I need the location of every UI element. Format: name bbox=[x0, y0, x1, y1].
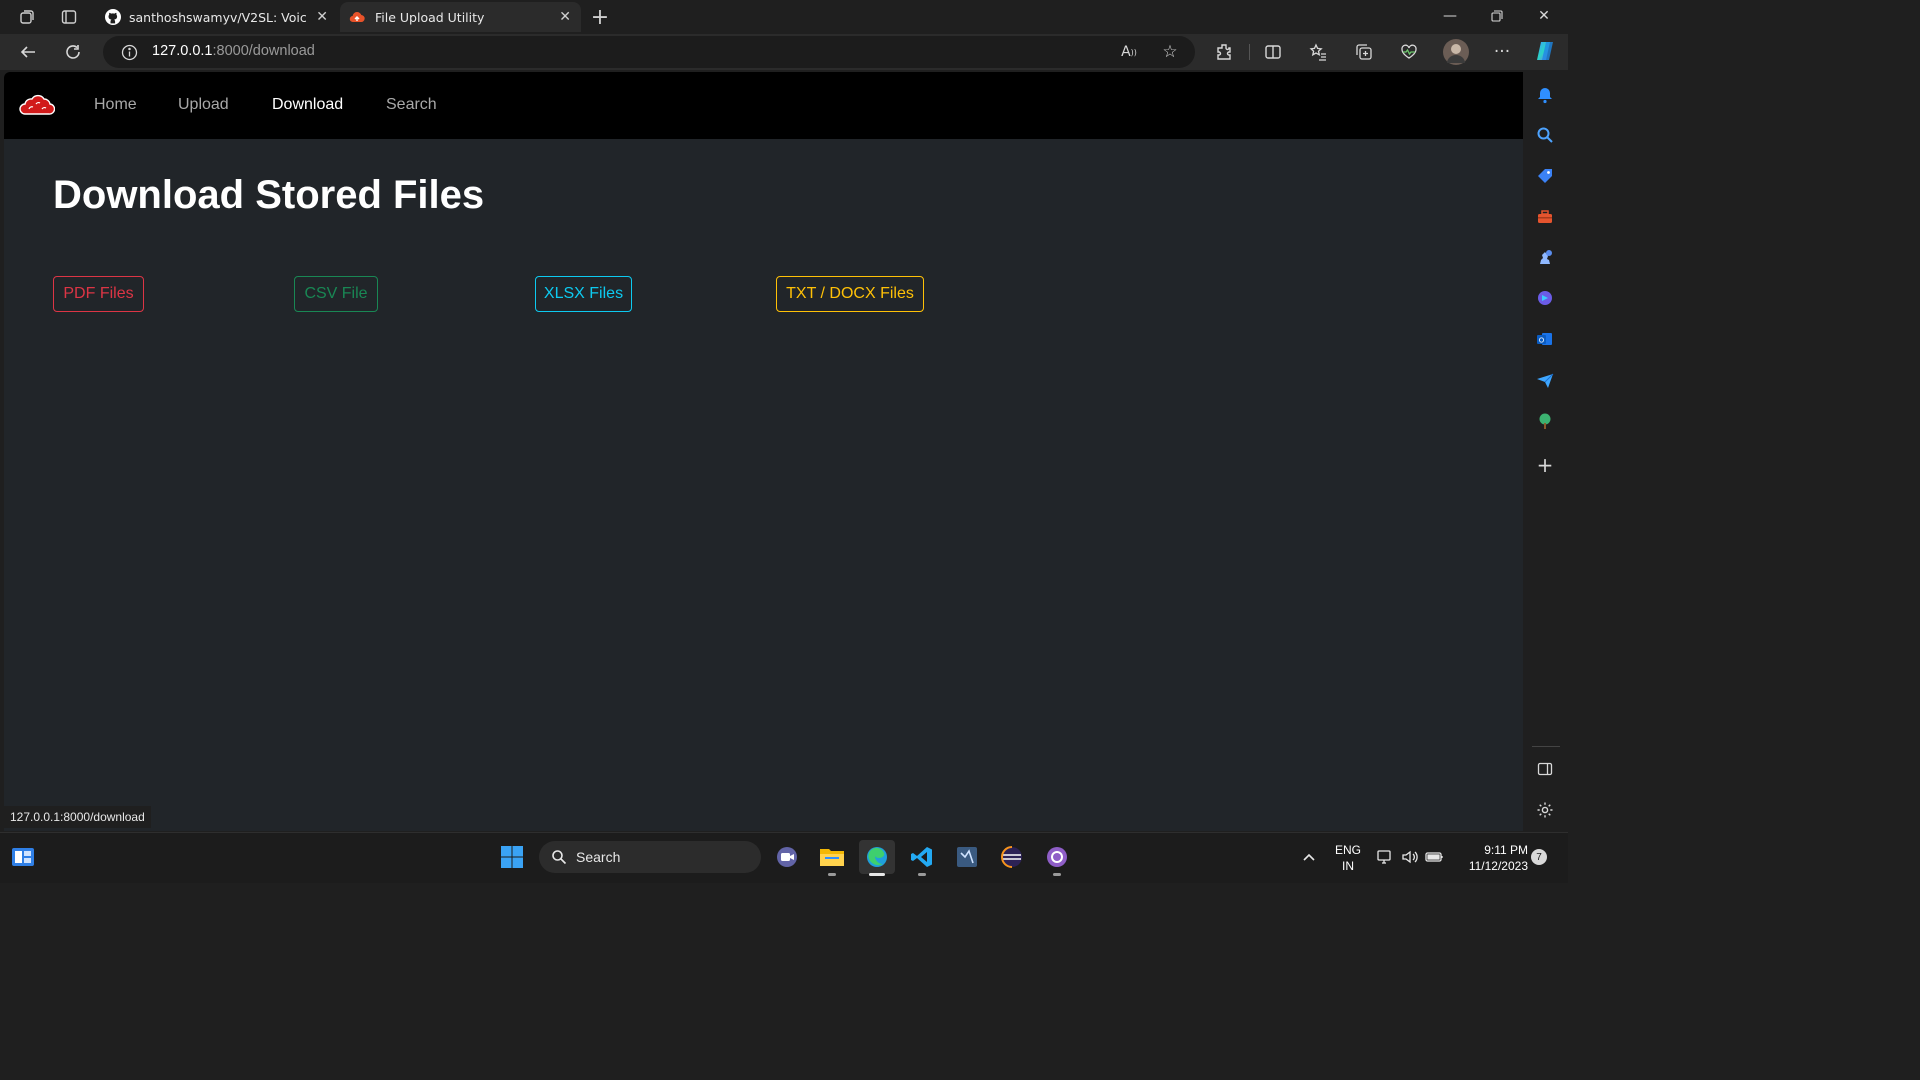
tab-title: santhoshswamyv/V2SL: Voice to bbox=[129, 9, 307, 25]
txt-docx-files-button[interactable]: TXT / DOCX Files bbox=[776, 276, 924, 312]
edge-browser-icon[interactable] bbox=[859, 840, 895, 874]
language-code: ENG bbox=[1334, 843, 1361, 857]
collections-icon[interactable] bbox=[1352, 40, 1376, 64]
clock[interactable]: 9:11 PM 11/12/2023 bbox=[1456, 842, 1528, 874]
svg-text:O: O bbox=[1539, 337, 1545, 345]
games-icon[interactable] bbox=[1534, 246, 1556, 268]
nav-upload[interactable]: Upload bbox=[178, 96, 229, 114]
site-info-icon[interactable] bbox=[117, 40, 141, 64]
active-indicator bbox=[869, 873, 885, 876]
tab-actions-icon[interactable] bbox=[57, 5, 81, 29]
network-icon[interactable] bbox=[1372, 842, 1398, 872]
file-explorer-icon[interactable] bbox=[817, 842, 847, 872]
address-text[interactable]: 127.0.0.1:8000/download bbox=[152, 43, 315, 59]
eclipse-icon[interactable] bbox=[997, 842, 1027, 872]
bell-icon[interactable] bbox=[1534, 84, 1556, 106]
shopping-tag-icon[interactable] bbox=[1534, 165, 1556, 187]
page-viewport: Home Upload Download Search Download Sto… bbox=[4, 72, 1523, 831]
browser-essentials-icon[interactable] bbox=[1397, 40, 1421, 64]
profile-avatar[interactable] bbox=[1443, 39, 1469, 65]
windows-start-icon[interactable] bbox=[497, 842, 527, 872]
search-icon[interactable] bbox=[1534, 124, 1556, 146]
new-tab-icon[interactable]: + bbox=[588, 5, 612, 30]
microsoft-365-icon[interactable] bbox=[1534, 287, 1556, 309]
settings-gear-icon[interactable] bbox=[1534, 799, 1556, 821]
tab-title: File Upload Utility bbox=[375, 9, 485, 25]
favorites-icon[interactable] bbox=[1306, 40, 1330, 64]
more-options-icon[interactable]: ··· bbox=[1490, 40, 1514, 64]
toolbar-divider bbox=[1249, 44, 1250, 60]
minimize-icon[interactable]: — bbox=[1427, 0, 1473, 32]
clock-date: 11/12/2023 bbox=[1468, 859, 1528, 873]
copilot-icon[interactable] bbox=[1533, 39, 1557, 63]
close-tab-icon[interactable]: ✕ bbox=[316, 9, 328, 25]
widgets-icon[interactable] bbox=[8, 842, 38, 872]
split-screen-icon[interactable] bbox=[1261, 40, 1285, 64]
refresh-icon[interactable] bbox=[61, 40, 85, 64]
akatsuki-cloud-logo[interactable] bbox=[19, 92, 56, 122]
close-window-icon[interactable]: ✕ bbox=[1521, 0, 1567, 32]
running-indicator bbox=[918, 873, 926, 876]
vscode-icon[interactable] bbox=[907, 842, 937, 872]
tab-file-upload[interactable]: File Upload Utility ✕ bbox=[340, 2, 581, 32]
teams-chat-icon[interactable] bbox=[772, 842, 802, 872]
outlook-icon[interactable]: O bbox=[1534, 328, 1556, 350]
sidebar-divider bbox=[1532, 746, 1560, 747]
running-indicator bbox=[1053, 873, 1061, 876]
sql-server-icon[interactable] bbox=[952, 842, 982, 872]
battery-icon[interactable] bbox=[1422, 842, 1448, 872]
language-indicator[interactable]: ENG IN bbox=[1330, 842, 1366, 874]
taskbar-search[interactable]: Search bbox=[539, 841, 761, 873]
running-indicator bbox=[828, 873, 836, 876]
nav-search[interactable]: Search bbox=[386, 96, 437, 114]
favorite-star-icon[interactable]: ☆ bbox=[1158, 40, 1182, 64]
github-icon bbox=[105, 9, 121, 25]
tools-icon[interactable] bbox=[1534, 206, 1556, 228]
nav-home[interactable]: Home bbox=[94, 96, 137, 114]
read-aloud-icon[interactable]: A)) bbox=[1117, 40, 1141, 64]
close-tab-icon[interactable]: ✕ bbox=[559, 9, 571, 25]
page-title: Download Stored Files bbox=[53, 173, 485, 217]
back-icon[interactable] bbox=[16, 40, 40, 64]
taskbar-search-label: Search bbox=[576, 849, 621, 865]
send-icon[interactable] bbox=[1534, 369, 1556, 391]
notification-badge[interactable]: 7 bbox=[1531, 849, 1547, 865]
tab-github[interactable]: santhoshswamyv/V2SL: Voice to ✕ bbox=[95, 2, 338, 32]
language-region: IN bbox=[1342, 859, 1354, 873]
xlsx-files-button[interactable]: XLSX Files bbox=[535, 276, 632, 312]
clock-time: 9:11 PM bbox=[1484, 843, 1528, 857]
hide-sidebar-icon[interactable] bbox=[1534, 758, 1556, 780]
nav-download[interactable]: Download bbox=[272, 96, 343, 114]
workspaces-icon[interactable] bbox=[15, 5, 39, 29]
volume-icon[interactable] bbox=[1397, 842, 1423, 872]
show-hidden-icons-chevron-icon[interactable] bbox=[1294, 842, 1324, 872]
site-navbar: Home Upload Download Search bbox=[4, 72, 1523, 139]
pdf-files-button[interactable]: PDF Files bbox=[53, 276, 144, 312]
cloud-upload-icon bbox=[349, 9, 365, 25]
add-sidebar-app-icon[interactable]: + bbox=[1534, 453, 1556, 477]
restore-icon[interactable] bbox=[1474, 0, 1520, 32]
search-icon bbox=[551, 849, 567, 865]
github-desktop-icon[interactable] bbox=[1042, 842, 1072, 872]
csv-file-button[interactable]: CSV File bbox=[294, 276, 378, 312]
status-bar-url: 127.0.0.1:8000/download bbox=[4, 806, 151, 828]
drop-tree-icon[interactable] bbox=[1534, 410, 1556, 432]
extensions-icon[interactable] bbox=[1212, 40, 1236, 64]
